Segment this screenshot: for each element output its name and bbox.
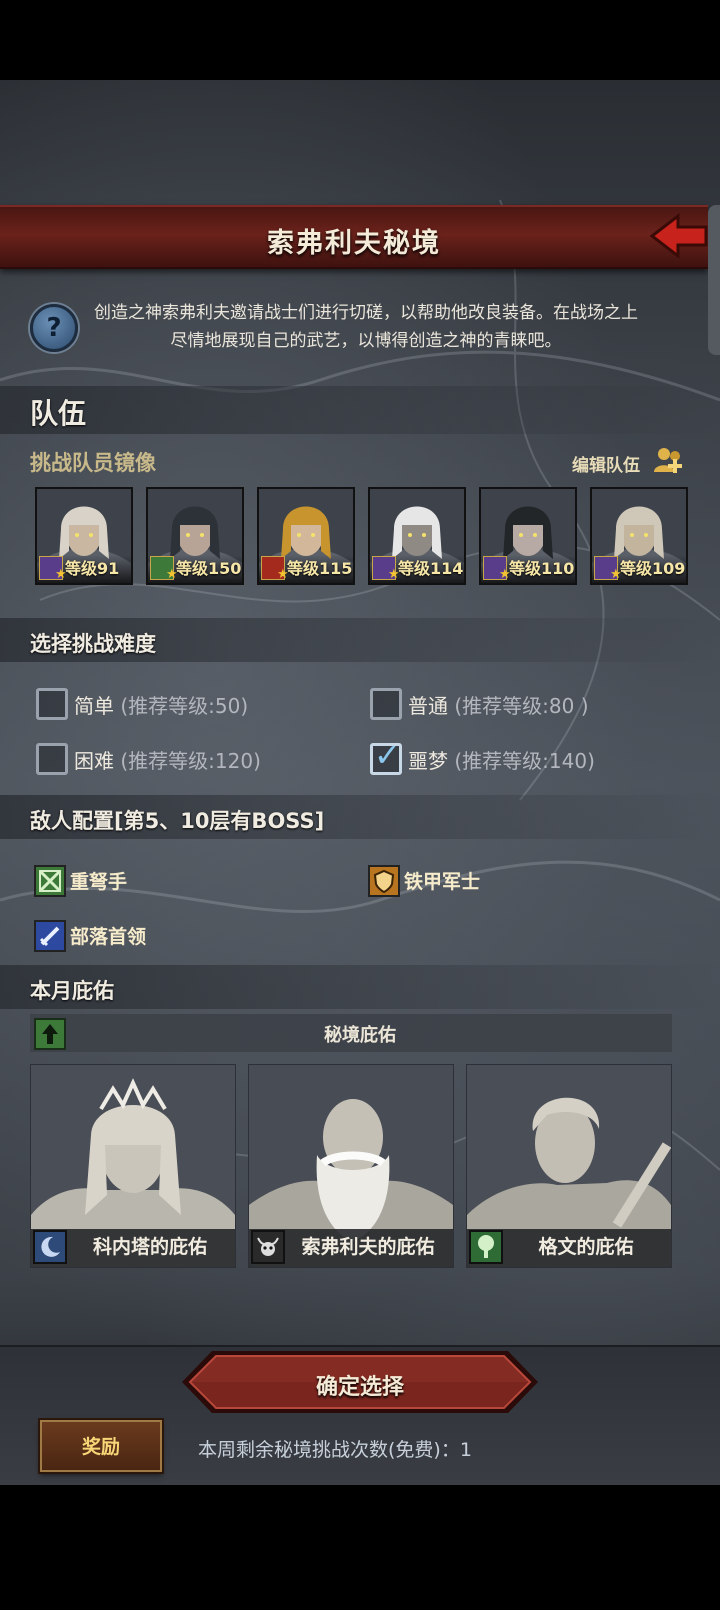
- blessing-heading: 本月庇佑: [30, 979, 114, 1003]
- horned-skull-icon: [251, 1230, 285, 1264]
- moon-emblem-icon: [33, 1230, 67, 1264]
- blessing-bar-title: 秘境庇佑: [324, 1025, 396, 1046]
- blessing-caption: 索弗利夫的庇佑: [249, 1229, 453, 1267]
- hero-level: 等级109: [620, 559, 686, 578]
- enemy-name: 重弩手: [70, 871, 128, 893]
- tree-emblem-icon: [469, 1230, 503, 1264]
- hero-level: 等级91: [65, 559, 120, 578]
- map-texture: [0, 199, 720, 1171]
- difficulty-checkbox-hard[interactable]: [36, 743, 68, 775]
- team-subheading: 挑战队员镜像: [30, 451, 156, 475]
- team-header-band: [0, 386, 720, 434]
- page-title: 索弗利夫秘境: [267, 228, 441, 259]
- difficulty-option-easy[interactable]: 简单 (推荐等级:50): [74, 690, 248, 719]
- title-bar: 索弗利夫秘境: [0, 205, 708, 269]
- blessing-caption: 科内塔的庇佑: [31, 1229, 235, 1267]
- blessing-card-sofrif[interactable]: 索弗利夫的庇佑: [248, 1064, 454, 1268]
- enemy-name: 铁甲军士: [404, 871, 481, 893]
- blessing-label: 科内塔的庇佑: [92, 1236, 207, 1258]
- blessing-caption: 格文的庇佑: [467, 1229, 671, 1267]
- reward-button-label[interactable]: 奖励: [40, 1432, 162, 1459]
- enemy-heading: 敌人配置[第5、10层有BOSS]: [30, 809, 325, 833]
- hero-slot[interactable]: ★ 等级91: [35, 487, 133, 585]
- crossbow-class-icon: [34, 865, 66, 897]
- checkmark-icon: ✓: [374, 736, 401, 774]
- sword-class-icon: [34, 920, 66, 952]
- hero-slot[interactable]: ★ 等级115: [257, 487, 355, 585]
- hero-level: 等级110: [509, 559, 575, 578]
- hero-level: 等级115: [287, 559, 353, 578]
- edit-team-icon[interactable]: [652, 444, 686, 478]
- hero-level: 等级114: [398, 559, 464, 578]
- difficulty-option-normal[interactable]: 普通 (推荐等级:80 ): [408, 690, 589, 719]
- confirm-button-label[interactable]: 确定选择: [180, 1369, 540, 1401]
- blessing-label: 格文的庇佑: [538, 1236, 634, 1258]
- blessing-card-kneta[interactable]: 科内塔的庇佑: [30, 1064, 236, 1268]
- shield-class-icon: [368, 865, 400, 897]
- difficulty-checkbox-normal[interactable]: [370, 688, 402, 720]
- hero-level: 等级150: [176, 559, 242, 578]
- enemy-name: 部落首领: [70, 926, 147, 948]
- help-icon[interactable]: ?: [30, 304, 78, 352]
- difficulty-option-hard[interactable]: 困难 (推荐等级:120): [74, 745, 261, 774]
- edit-team-button[interactable]: 编辑队伍: [572, 451, 640, 476]
- navigation-bar-area: [0, 1485, 720, 1610]
- difficulty-heading: 选择挑战难度: [30, 632, 156, 656]
- difficulty-option-nightmare[interactable]: 噩梦 (推荐等级:140): [408, 745, 595, 774]
- blessing-label: 索弗利夫的庇佑: [301, 1236, 435, 1258]
- hero-slot[interactable]: ★ 等级114: [368, 487, 466, 585]
- hero-slot[interactable]: ★ 等级109: [590, 487, 688, 585]
- difficulty-checkbox-nightmare[interactable]: ✓: [370, 736, 402, 775]
- scrollbar[interactable]: [708, 205, 720, 355]
- intro-text: 创造之神索弗利夫邀请战士们进行切磋，以帮助他改良装备。在战场之上尽情地展现自己的…: [94, 303, 638, 351]
- team-heading: 队伍: [30, 397, 87, 430]
- status-bar-area: [0, 0, 720, 80]
- difficulty-checkbox-easy[interactable]: [36, 688, 68, 720]
- back-arrow-icon[interactable]: [648, 210, 710, 262]
- hero-slot[interactable]: ★ 等级110: [479, 487, 577, 585]
- hero-slot[interactable]: ★ 等级150: [146, 487, 244, 585]
- remaining-attempts-text: 本周剩余秘境挑战次数(免费)：1: [198, 1439, 472, 1461]
- blessing-card-gwen[interactable]: 格文的庇佑: [466, 1064, 672, 1268]
- game-background: [0, 80, 720, 1485]
